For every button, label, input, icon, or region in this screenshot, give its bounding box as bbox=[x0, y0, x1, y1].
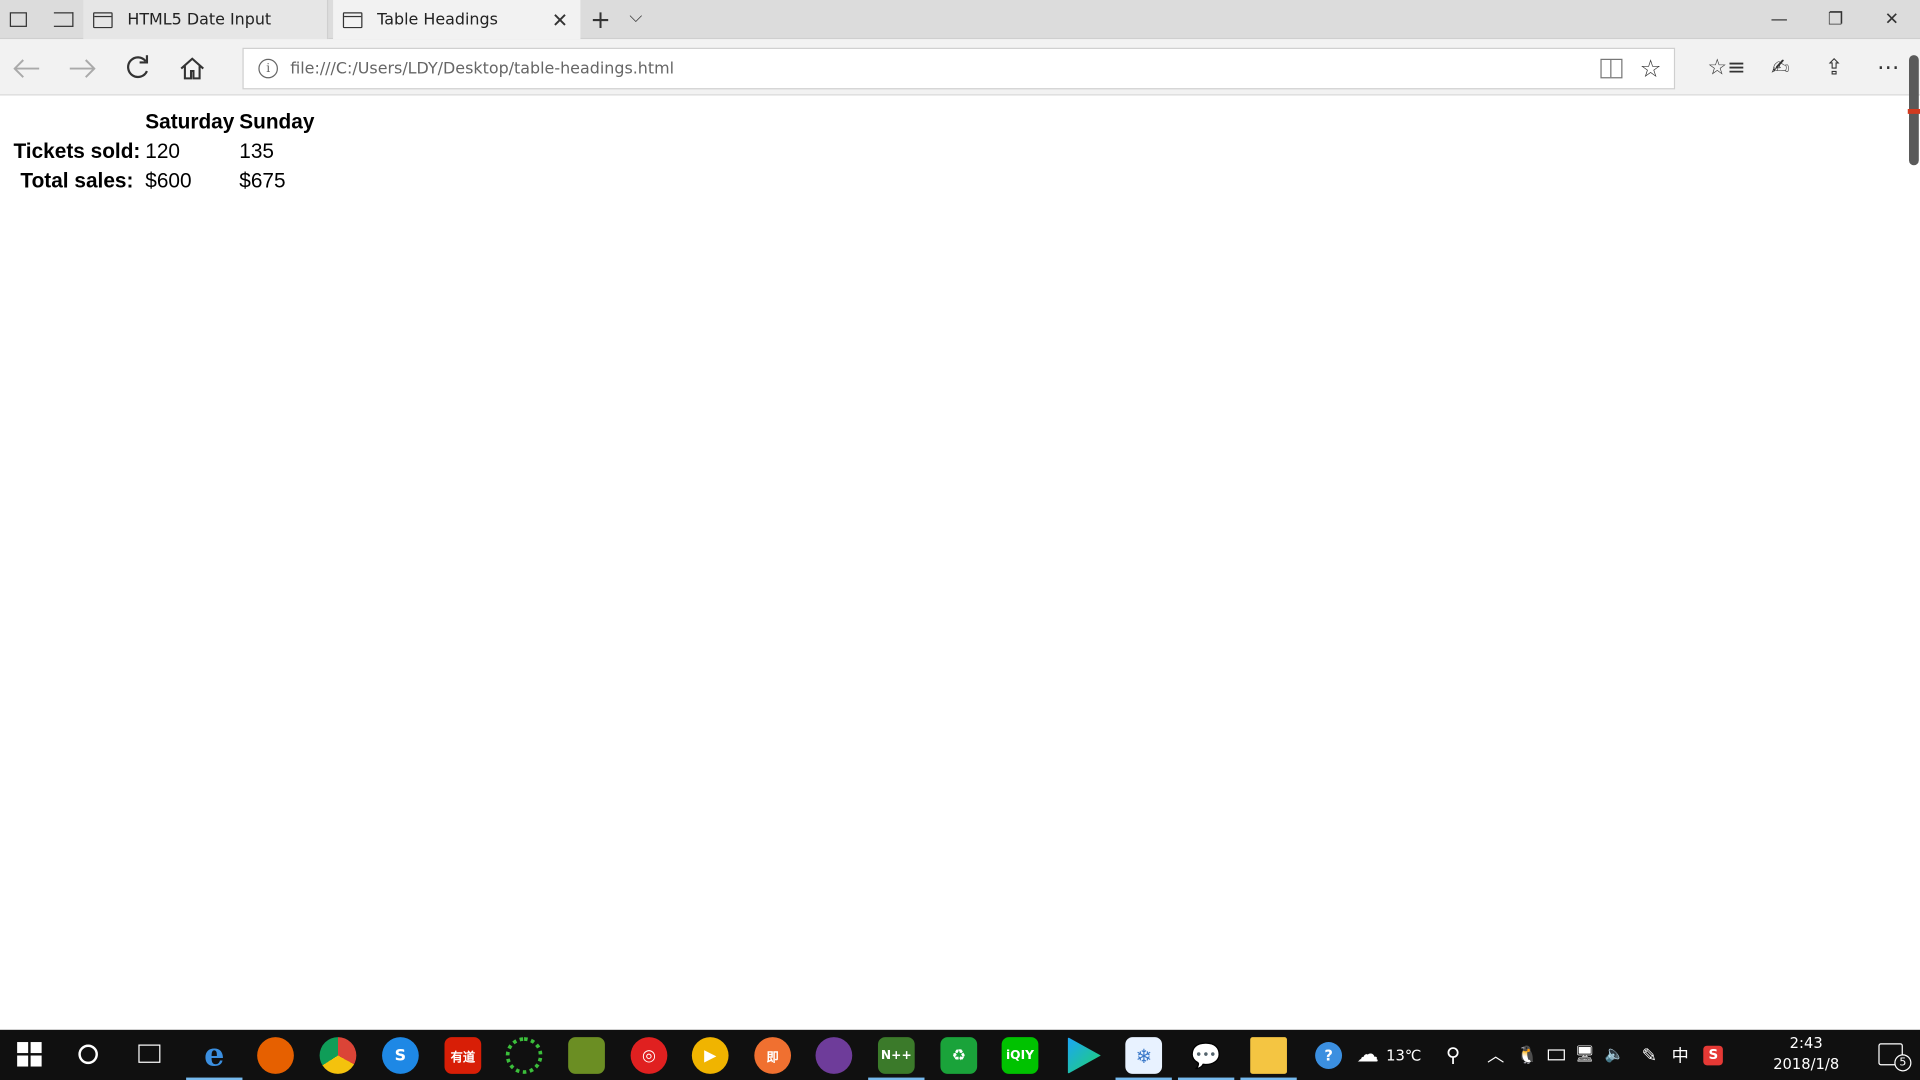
new-tab-icon[interactable]: + bbox=[590, 5, 611, 34]
minimize-icon[interactable]: — bbox=[1751, 0, 1807, 39]
action-center-icon[interactable]: 5 bbox=[1878, 1043, 1912, 1072]
sogou-browser-icon[interactable]: S bbox=[382, 1037, 419, 1074]
back-icon[interactable] bbox=[10, 51, 44, 85]
page-content: Saturday Sunday Tickets sold: 120 135 To… bbox=[0, 96, 1908, 1030]
table-header-row: Saturday Sunday bbox=[12, 109, 315, 136]
tab-label: HTML5 Date Input bbox=[127, 10, 272, 29]
recycle-app-icon[interactable]: ♻ bbox=[940, 1037, 978, 1074]
clock[interactable]: 2:43 2018/1/8 bbox=[1773, 1033, 1839, 1075]
restore-icon[interactable]: ❐ bbox=[1807, 0, 1863, 39]
taskbar: e S 有道 ◎ ▶ 即 N++ ♻ iQIY ❄ 💬 ? ☁ 13℃ ⚲ ︿ … bbox=[0, 1029, 1920, 1080]
youdao-icon[interactable]: 有道 bbox=[444, 1037, 482, 1074]
row-header: Tickets sold: bbox=[13, 139, 141, 163]
table-cell: 120 bbox=[145, 139, 181, 163]
help-icon[interactable]: ? bbox=[1315, 1041, 1343, 1069]
player-icon[interactable] bbox=[1067, 1037, 1101, 1074]
iqiyi-icon[interactable]: iQIY bbox=[1001, 1037, 1039, 1074]
clock-time: 2:43 bbox=[1789, 1034, 1823, 1052]
notepad-plus-icon[interactable]: N++ bbox=[868, 1037, 925, 1080]
share-icon[interactable]: ⇪ bbox=[1817, 49, 1851, 86]
reading-view-icon[interactable] bbox=[1600, 58, 1623, 79]
system-tray: ? ☁ 13℃ ⚲ ︿ 🐧 🖥 🔈 ✎ 中 S bbox=[1315, 1030, 1724, 1080]
notification-count: 5 bbox=[1894, 1054, 1912, 1072]
clock-date: 2018/1/8 bbox=[1773, 1055, 1840, 1073]
refresh-icon[interactable] bbox=[120, 51, 154, 85]
table-row: Tickets sold: 120 135 bbox=[12, 138, 315, 165]
tab-strip: HTML5 Date Input Table Headings ✕ + ⌵ — … bbox=[0, 0, 1920, 40]
table-cell: 135 bbox=[239, 139, 274, 163]
tab-label: Table Headings bbox=[377, 10, 498, 29]
info-icon[interactable]: i bbox=[258, 58, 278, 79]
table-header-cell bbox=[12, 109, 141, 136]
home-icon[interactable] bbox=[175, 51, 209, 85]
snowflake-app-icon[interactable]: ❄ bbox=[1115, 1037, 1172, 1080]
show-hidden-icons-icon[interactable]: ︿ bbox=[1487, 1043, 1504, 1067]
firefox-icon[interactable] bbox=[257, 1037, 294, 1074]
page-icon bbox=[342, 11, 363, 28]
tray-app-icon[interactable]: 🐧 bbox=[1517, 1045, 1538, 1065]
edge-icon[interactable]: e bbox=[186, 1037, 243, 1080]
wechat-icon[interactable]: 💬 bbox=[1177, 1037, 1235, 1080]
network-icon[interactable]: 🖥 bbox=[1575, 1046, 1595, 1064]
map-app-icon[interactable] bbox=[568, 1037, 605, 1074]
file-explorer-icon[interactable] bbox=[1240, 1037, 1297, 1080]
favorites-hub-icon[interactable]: ☆≡ bbox=[1707, 49, 1745, 86]
weather-cloud-icon[interactable]: ☁ bbox=[1357, 1042, 1379, 1068]
tab-html5-date-input[interactable]: HTML5 Date Input bbox=[83, 0, 329, 40]
table-cell: $600 bbox=[145, 168, 192, 193]
address-bar[interactable]: i file:///C:/Users/LDY/Desktop/table-hea… bbox=[242, 47, 1676, 90]
pen-workspace-icon[interactable]: ✎ bbox=[1642, 1044, 1657, 1066]
sales-table: Saturday Sunday Tickets sold: 120 135 To… bbox=[10, 107, 318, 198]
tab-table-headings[interactable]: Table Headings ✕ bbox=[333, 0, 581, 40]
chevron-down-icon[interactable]: ⌵ bbox=[629, 7, 642, 27]
row-header: Total sales: bbox=[20, 168, 134, 193]
weather-temperature[interactable]: 13℃ bbox=[1386, 1046, 1421, 1063]
github-icon[interactable] bbox=[815, 1037, 853, 1074]
page-icon bbox=[93, 11, 113, 28]
favorite-star-icon[interactable]: ☆ bbox=[1640, 54, 1662, 83]
task-view-icon[interactable] bbox=[138, 1044, 161, 1063]
web-note-icon[interactable]: ✍ bbox=[1763, 49, 1797, 86]
tab-tools bbox=[0, 0, 86, 39]
windows-start-icon[interactable] bbox=[17, 1042, 42, 1067]
loading-app-icon[interactable] bbox=[505, 1037, 543, 1074]
forward-icon[interactable] bbox=[65, 51, 99, 85]
table-header-cell: Sunday bbox=[239, 110, 315, 134]
app-orange-icon[interactable]: 即 bbox=[754, 1037, 792, 1074]
set-aside-tabs-icon[interactable] bbox=[53, 12, 74, 27]
battery-icon[interactable] bbox=[1547, 1049, 1565, 1061]
netease-music-icon[interactable]: ◎ bbox=[630, 1037, 668, 1074]
tabs-aside-icon[interactable] bbox=[9, 12, 27, 27]
url-text[interactable]: file:///C:/Users/LDY/Desktop/table-headi… bbox=[290, 59, 674, 77]
table-cell: $675 bbox=[239, 168, 286, 193]
table-header-cell: Saturday bbox=[145, 110, 235, 134]
scroll-position-mark bbox=[1907, 108, 1920, 114]
scrollbar[interactable] bbox=[1907, 55, 1920, 1030]
sogou-ime-icon[interactable]: S bbox=[1703, 1045, 1724, 1065]
navigation-bar: i file:///C:/Users/LDY/Desktop/table-hea… bbox=[0, 39, 1920, 96]
media-player-icon[interactable]: ▶ bbox=[691, 1037, 729, 1074]
ime-indicator[interactable]: 中 bbox=[1672, 1043, 1689, 1067]
people-icon[interactable]: ⚲ bbox=[1446, 1043, 1460, 1066]
toolbar-buttons: ☆≡ ✍ ⇪ ⋯ bbox=[1707, 49, 1905, 86]
chrome-icon[interactable] bbox=[319, 1037, 357, 1074]
more-icon[interactable]: ⋯ bbox=[1871, 49, 1905, 86]
close-window-icon[interactable]: ✕ bbox=[1864, 0, 1920, 39]
browser-window: HTML5 Date Input Table Headings ✕ + ⌵ — … bbox=[0, 0, 1920, 1080]
close-tab-icon[interactable]: ✕ bbox=[552, 9, 568, 32]
table-row: Total sales: $600 $675 bbox=[12, 168, 315, 195]
window-controls: — ❐ ✕ bbox=[1751, 0, 1920, 39]
volume-icon[interactable]: 🔈 bbox=[1605, 1046, 1625, 1064]
cortana-search-icon[interactable] bbox=[78, 1044, 98, 1065]
